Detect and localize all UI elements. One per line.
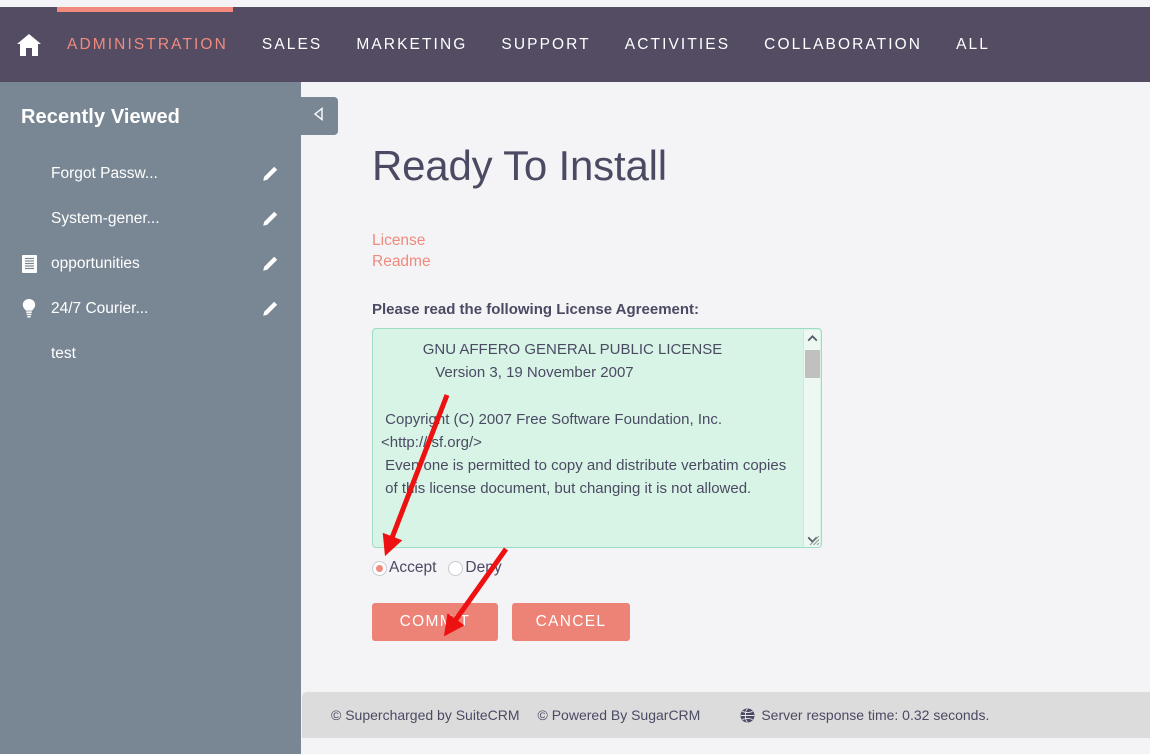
- radio-deny-indicator[interactable]: [448, 560, 464, 576]
- cancel-button[interactable]: CANCEL: [512, 603, 630, 641]
- license-accept-radio-group: Accept Deny: [372, 556, 1150, 580]
- pencil-icon[interactable]: [260, 254, 280, 274]
- footer-server-response: Server response time: 0.32 seconds.: [740, 707, 989, 723]
- nav-item-all[interactable]: ALL: [939, 36, 1007, 54]
- server-response-text: Server response time: 0.32 seconds.: [761, 707, 990, 723]
- nav-item-collaboration[interactable]: COLLABORATION: [747, 36, 939, 54]
- footer-supercharged-by[interactable]: © Supercharged by SuiteCRM: [331, 707, 520, 723]
- license-link[interactable]: License: [372, 230, 425, 251]
- nav-item-sales[interactable]: SALES: [245, 36, 339, 54]
- sidebar-item-forgot-password[interactable]: Forgot Passw...: [0, 151, 301, 196]
- sidebar-item-label: opportunities: [51, 254, 140, 272]
- main-content: Ready To Install License Readme Please r…: [301, 82, 1150, 754]
- home-icon: [15, 32, 43, 58]
- footer: © Supercharged by SuiteCRM © Powered By …: [302, 692, 1150, 738]
- document-icon: [21, 254, 43, 274]
- license-agreement-label: Please read the following License Agreem…: [372, 301, 700, 318]
- sidebar-item-opportunities[interactable]: opportunities: [0, 241, 301, 286]
- radio-option-accept[interactable]: Accept: [372, 559, 436, 577]
- resize-handle-icon[interactable]: [806, 532, 820, 546]
- sidebar-item-label: System-gener...: [51, 209, 160, 227]
- sidebar-item-label: Forgot Passw...: [51, 164, 158, 182]
- pencil-icon[interactable]: [260, 164, 280, 184]
- sidebar: Recently Viewed Forgot Passw... System-g…: [0, 82, 301, 754]
- radio-deny-label: Deny: [465, 559, 502, 576]
- sidebar-item-test[interactable]: test: [0, 331, 301, 376]
- pencil-icon[interactable]: [260, 209, 280, 229]
- top-navbar: ADMINISTRATION SALES MARKETING SUPPORT A…: [0, 7, 1150, 82]
- nav-item-support[interactable]: SUPPORT: [484, 36, 607, 54]
- radio-accept-indicator[interactable]: [372, 560, 387, 576]
- suitecrm-install-page: ADMINISTRATION SALES MARKETING SUPPORT A…: [0, 0, 1150, 754]
- doc-links: License Readme: [372, 230, 1150, 272]
- scrollbar-thumb[interactable]: [805, 350, 820, 378]
- radio-option-deny[interactable]: Deny: [448, 559, 502, 577]
- home-button[interactable]: [8, 24, 50, 66]
- license-text-content: GNU AFFERO GENERAL PUBLIC LICENSE Versio…: [381, 341, 787, 498]
- chevron-up-icon[interactable]: [804, 330, 821, 347]
- sidebar-item-system-generated[interactable]: System-gener...: [0, 196, 301, 241]
- footer-powered-by[interactable]: © Powered By SugarCRM: [538, 707, 701, 723]
- nav-item-administration[interactable]: ADMINISTRATION: [50, 36, 245, 54]
- action-buttons: COMMIT CANCEL: [372, 603, 1150, 641]
- nav-item-activities[interactable]: ACTIVITIES: [608, 36, 747, 54]
- page-title: Ready To Install: [372, 142, 667, 189]
- sidebar-item-label: 24/7 Courier...: [51, 299, 149, 317]
- nav-items: ADMINISTRATION SALES MARKETING SUPPORT A…: [50, 36, 1007, 54]
- pencil-icon[interactable]: [260, 299, 280, 319]
- lightbulb-icon: [21, 298, 43, 319]
- sidebar-title: Recently Viewed: [21, 106, 180, 128]
- sidebar-collapse-button[interactable]: [300, 97, 338, 135]
- active-tab-indicator: [57, 7, 233, 12]
- radio-accept-label: Accept: [389, 559, 437, 576]
- chevron-left-icon: [311, 106, 327, 127]
- commit-button[interactable]: COMMIT: [372, 603, 498, 641]
- readme-link[interactable]: Readme: [372, 251, 431, 272]
- license-scrollbar[interactable]: [803, 330, 821, 547]
- license-textarea[interactable]: GNU AFFERO GENERAL PUBLIC LICENSE Versio…: [372, 328, 822, 548]
- license-textarea-wrapper: GNU AFFERO GENERAL PUBLIC LICENSE Versio…: [372, 328, 822, 548]
- globe-icon: [740, 707, 755, 723]
- sidebar-item-24-7-courier[interactable]: 24/7 Courier...: [0, 286, 301, 331]
- nav-item-marketing[interactable]: MARKETING: [339, 36, 484, 54]
- sidebar-item-label: test: [51, 344, 76, 362]
